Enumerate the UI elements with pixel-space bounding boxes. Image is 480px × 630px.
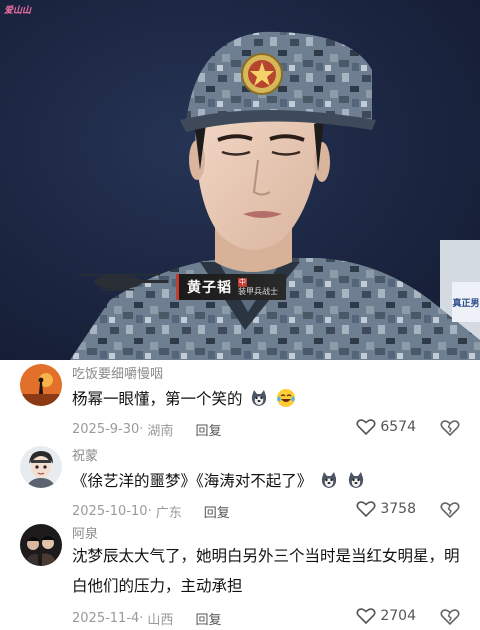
laughing-tears-emoji xyxy=(277,389,296,407)
heart-icon xyxy=(356,608,376,625)
comment-separator: · xyxy=(139,422,144,437)
like-button[interactable]: 2704 xyxy=(356,607,416,625)
reply-button[interactable]: 回复 xyxy=(195,609,221,628)
comment-text: 杨幂一眼懂，第一个笑的 xyxy=(72,384,462,414)
caption-title: 装甲兵战士 xyxy=(238,286,278,296)
comment-list: 吃饭要细嚼慢咽 杨幂一眼懂，第一个笑的 2025-9-30 · 湖南 回复 65… xyxy=(0,360,480,630)
comment-location: 广东 xyxy=(155,506,182,521)
like-button[interactable]: 3758 xyxy=(356,500,416,518)
husky-dog-emoji xyxy=(252,390,267,406)
caption-name: 黄子韬 xyxy=(187,280,232,296)
like-count: 3758 xyxy=(380,501,416,517)
reply-button[interactable]: 回复 xyxy=(195,420,221,439)
husky-dog-emoji xyxy=(349,472,364,488)
like-count: 2704 xyxy=(380,608,416,624)
comment-body: 沈梦辰太大气了，她明白另外三个当时是当红女明星，明白他们的压力，主动承担 xyxy=(72,547,460,595)
broken-heart-icon[interactable] xyxy=(440,418,460,438)
comment-body: 杨幂一眼懂，第一个笑的 xyxy=(72,390,243,408)
heart-icon xyxy=(356,419,376,436)
comment-username[interactable]: 祝蒙 xyxy=(72,445,98,464)
comment-meta: 2025-10-10 · 广东 回复 xyxy=(72,502,230,521)
like-count: 6574 xyxy=(380,419,416,435)
comment-date: 2025-10-10 xyxy=(72,504,148,519)
comment-body: 《徐艺洋的噩梦》《海涛对不起了》 xyxy=(72,472,313,490)
comment-date: 2025-11-4 xyxy=(72,611,140,626)
comment-date: 2025-9-30 xyxy=(72,422,140,437)
broken-heart-icon[interactable] xyxy=(440,500,460,520)
comment-text: 沈梦辰太大气了，她明白另外三个当时是当红女明星，明白他们的压力，主动承担 xyxy=(72,541,462,601)
comment-username[interactable]: 阿泉 xyxy=(72,523,98,542)
like-button[interactable]: 6574 xyxy=(356,418,416,436)
sunset-silhouette-avatar[interactable] xyxy=(20,364,62,406)
heart-icon xyxy=(356,501,376,518)
comment-username[interactable]: 吃饭要细嚼慢咽 xyxy=(72,363,163,382)
comment-separator: · xyxy=(139,611,144,626)
name-caption-banner: 黄子韬 中 装甲兵战士 xyxy=(176,274,286,300)
group-photo-avatar[interactable] xyxy=(20,524,62,566)
cartoon-boy-avatar[interactable] xyxy=(20,446,62,488)
caption-tag: 中 xyxy=(238,277,247,287)
platform-watermark: 爱山山 xyxy=(4,6,32,16)
show-logo: 真正男 xyxy=(452,282,480,322)
husky-dog-emoji xyxy=(322,472,337,488)
comment-text: 《徐艺洋的噩梦》《海涛对不起了》 xyxy=(72,466,462,496)
video-player[interactable]: 爱山山 黄子韬 中 装甲兵战士 真正男 xyxy=(0,0,480,360)
caption-subtitle: 中 装甲兵战士 xyxy=(238,277,278,297)
comment-location: 山西 xyxy=(147,613,174,628)
comment-separator: · xyxy=(147,504,152,519)
comment-meta: 2025-11-4 · 山西 回复 xyxy=(72,609,221,628)
reply-button[interactable]: 回复 xyxy=(204,502,230,521)
comment-location: 湖南 xyxy=(147,424,174,439)
broken-heart-icon[interactable] xyxy=(440,607,460,627)
comment-meta: 2025-9-30 · 湖南 回复 xyxy=(72,420,221,439)
video-frame-image xyxy=(70,31,480,360)
